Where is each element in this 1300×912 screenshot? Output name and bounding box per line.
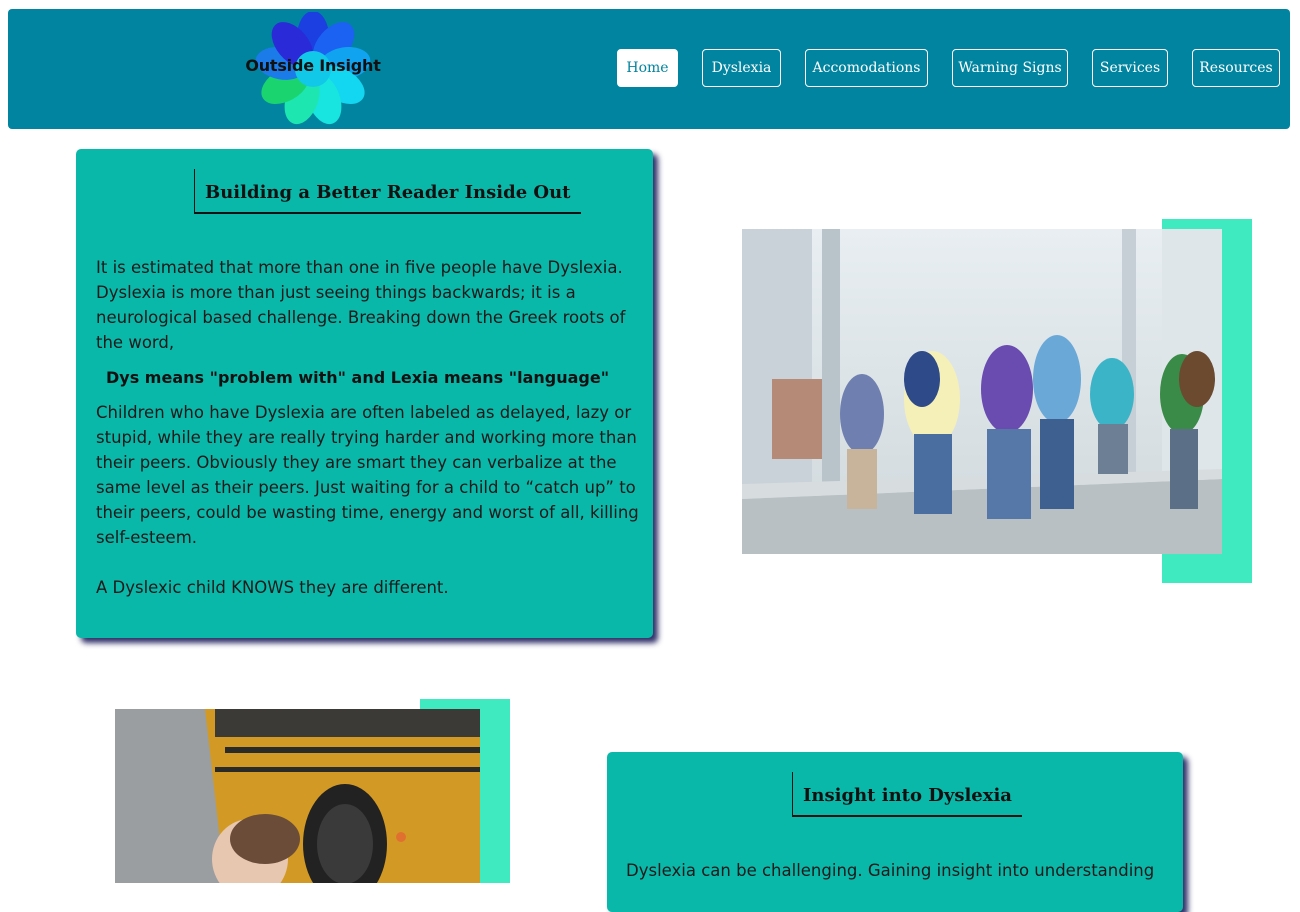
insight-paragraph-1: Dyslexia can be challenging. Gaining ins…: [626, 861, 1155, 880]
logo-text: Outside Insight: [245, 56, 381, 75]
nav-dyslexia-button[interactable]: Dyslexia: [702, 49, 781, 87]
insight-card-title: Insight into Dyslexia: [792, 772, 1022, 817]
intro-card-title: Building a Better Reader Inside Out: [194, 169, 581, 214]
nav-services-button[interactable]: Services: [1092, 49, 1168, 87]
nav-resources-button[interactable]: Resources: [1192, 49, 1280, 87]
intro-card: Building a Better Reader Inside Out It i…: [76, 149, 653, 638]
nav-accomodations-button[interactable]: Accomodations: [805, 49, 928, 87]
site-logo[interactable]: Outside Insight: [238, 12, 388, 126]
school-bus-photo: [115, 709, 480, 883]
children-running-photo: [742, 229, 1222, 554]
intro-paragraph-2: Children who have Dyslexia are often lab…: [96, 403, 639, 547]
nav-home-button[interactable]: Home: [617, 49, 678, 87]
page-top-edge: [0, 0, 1300, 6]
dys-lexia-definition: Dys means "problem with" and Lexia means…: [106, 368, 610, 387]
intro-paragraph-1: It is estimated that more than one in fi…: [96, 258, 626, 352]
insight-card: Insight into Dyslexia Dyslexia can be ch…: [607, 752, 1183, 912]
nav-warning-signs-button[interactable]: Warning Signs: [952, 49, 1068, 87]
site-header: Outside Insight Home Dyslexia Accomodati…: [8, 9, 1290, 129]
intro-paragraph-3: A Dyslexic child KNOWS they are differen…: [96, 578, 449, 597]
